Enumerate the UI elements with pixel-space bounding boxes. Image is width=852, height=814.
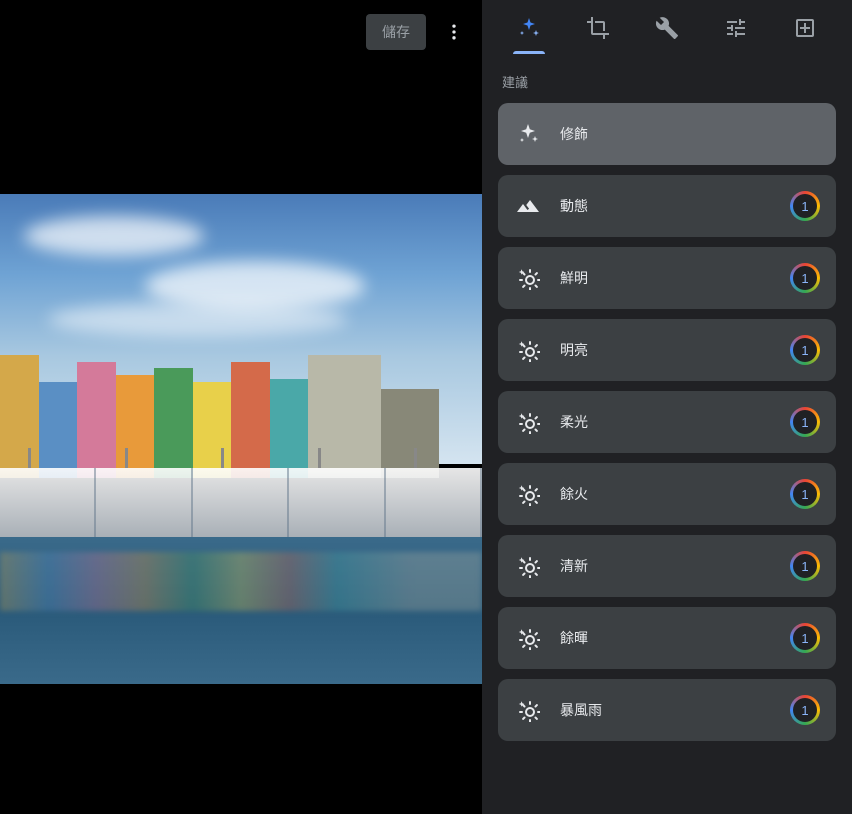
google-one-badge: 1 (792, 265, 818, 291)
tab-tools[interactable] (643, 4, 691, 52)
suggestion-暴風雨[interactable]: 暴風雨 1 (498, 679, 836, 741)
suggestion-label: 清新 (560, 556, 772, 576)
markup-icon (793, 16, 817, 40)
tab-suggestions[interactable] (505, 4, 553, 52)
google-one-badge: 1 (792, 193, 818, 219)
sun-icon (516, 410, 540, 434)
editor-topbar: 儲存 (0, 0, 482, 64)
more-vert-icon (444, 22, 464, 42)
suggestion-鮮明[interactable]: 鮮明 1 (498, 247, 836, 309)
mountain-icon (516, 194, 540, 218)
image-preview-area[interactable] (0, 64, 482, 814)
tool-tabs (482, 0, 852, 56)
editor-side-panel: 建議 修飾動態 1 鮮明 1 明亮 1 柔光 1 餘火 1 清新 1 餘暉 1 暴風雨 1 (482, 0, 852, 814)
tab-adjust[interactable] (712, 4, 760, 52)
sun-icon (516, 554, 540, 578)
google-one-badge: 1 (792, 409, 818, 435)
suggestion-label: 柔光 (560, 412, 772, 432)
sun-icon (516, 698, 540, 722)
suggestion-label: 餘火 (560, 484, 772, 504)
suggestion-清新[interactable]: 清新 1 (498, 535, 836, 597)
sun-icon (516, 626, 540, 650)
google-one-badge: 1 (792, 337, 818, 363)
suggestion-label: 暴風雨 (560, 700, 772, 720)
suggestion-label: 鮮明 (560, 268, 772, 288)
suggestion-柔光[interactable]: 柔光 1 (498, 391, 836, 453)
suggestion-修飾[interactable]: 修飾 (498, 103, 836, 165)
suggestion-label: 修飾 (560, 124, 818, 144)
suggestions-list: 修飾動態 1 鮮明 1 明亮 1 柔光 1 餘火 1 清新 1 餘暉 1 暴風雨 1 (482, 103, 852, 741)
tools-icon (655, 16, 679, 40)
suggestion-餘火[interactable]: 餘火 1 (498, 463, 836, 525)
section-label: 建議 (482, 56, 852, 103)
suggestion-label: 動態 (560, 196, 772, 216)
sun-icon (516, 338, 540, 362)
sparkle-icon (517, 16, 541, 40)
sun-icon (516, 266, 540, 290)
save-button[interactable]: 儲存 (366, 14, 426, 50)
editor-canvas-pane: 儲存 (0, 0, 482, 814)
photo-preview (0, 194, 482, 684)
suggestion-label: 明亮 (560, 340, 772, 360)
sparkle-icon (516, 122, 540, 146)
google-one-badge: 1 (792, 553, 818, 579)
suggestion-餘暉[interactable]: 餘暉 1 (498, 607, 836, 669)
suggestion-label: 餘暉 (560, 628, 772, 648)
google-one-badge: 1 (792, 697, 818, 723)
crop-icon (586, 16, 610, 40)
tab-crop[interactable] (574, 4, 622, 52)
more-options-button[interactable] (434, 12, 474, 52)
tune-icon (724, 16, 748, 40)
suggestion-明亮[interactable]: 明亮 1 (498, 319, 836, 381)
sun-icon (516, 482, 540, 506)
tab-markup[interactable] (781, 4, 829, 52)
suggestion-動態[interactable]: 動態 1 (498, 175, 836, 237)
google-one-badge: 1 (792, 625, 818, 651)
google-one-badge: 1 (792, 481, 818, 507)
